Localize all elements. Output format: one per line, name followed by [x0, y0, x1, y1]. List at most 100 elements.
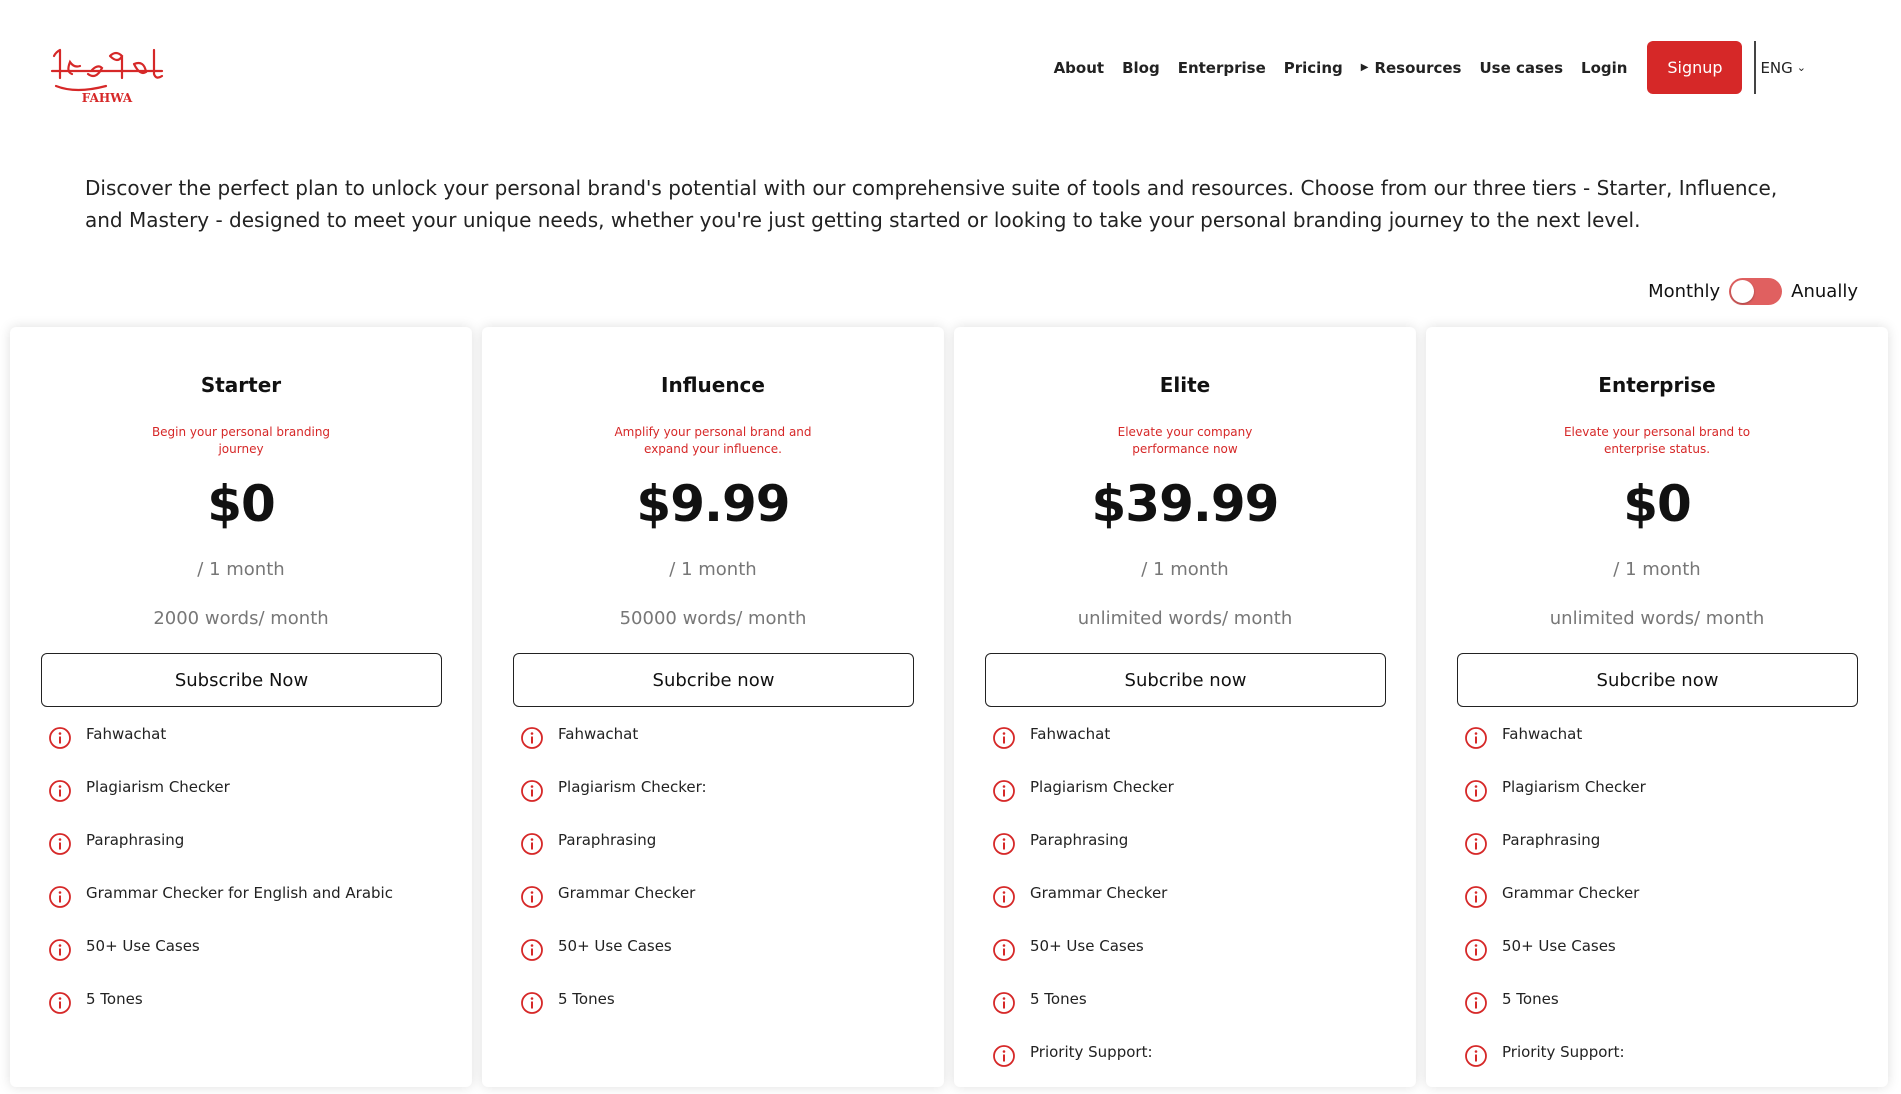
- info-circle-icon[interactable]: [520, 938, 544, 962]
- info-circle-icon[interactable]: [520, 726, 544, 750]
- feature-item: 5 Tones: [1464, 988, 1868, 1041]
- feature-label: 50+ Use Cases: [1030, 937, 1144, 955]
- info-circle-icon[interactable]: [48, 885, 72, 909]
- info-circle-icon[interactable]: [992, 832, 1016, 856]
- info-circle-icon[interactable]: [520, 885, 544, 909]
- plan-price: $9.99: [636, 475, 790, 533]
- feature-item: Fahwachat: [992, 723, 1396, 776]
- feature-label: Fahwachat: [86, 725, 167, 743]
- nav-pricing[interactable]: Pricing: [1284, 59, 1343, 77]
- plan-price: $39.99: [1091, 475, 1280, 533]
- feature-list: Fahwachat Plagiarism Checker Paraphrasing G…: [48, 723, 452, 1041]
- feature-label: 50+ Use Cases: [86, 937, 200, 955]
- info-circle-icon[interactable]: [48, 991, 72, 1015]
- plan-price: $0: [207, 475, 276, 533]
- plan-name: Influence: [661, 373, 765, 397]
- feature-label: 5 Tones: [1030, 990, 1087, 1008]
- triangle-right-icon: ▶: [1360, 62, 1369, 73]
- feature-label: Priority Support:: [1030, 1043, 1153, 1061]
- plan-card-influence: Influence Amplify your personal brand an…: [482, 327, 944, 1087]
- nav-enterprise[interactable]: Enterprise: [1178, 59, 1266, 77]
- plan-word-limit: unlimited words/ month: [1549, 608, 1765, 629]
- feature-item: Paraphrasing: [48, 829, 452, 882]
- feature-label: 50+ Use Cases: [558, 937, 672, 955]
- nav-login[interactable]: Login: [1581, 59, 1627, 77]
- feature-label: Plagiarism Checker: [1030, 778, 1174, 796]
- info-circle-icon[interactable]: [1464, 779, 1488, 803]
- info-circle-icon[interactable]: [992, 726, 1016, 750]
- info-circle-icon[interactable]: [48, 832, 72, 856]
- top-nav: About Blog Enterprise Pricing ▶ Resource…: [1054, 41, 1806, 94]
- nav-blog[interactable]: Blog: [1122, 59, 1160, 77]
- monthly-label[interactable]: Monthly: [1648, 281, 1720, 302]
- feature-item: Fahwachat: [1464, 723, 1868, 776]
- plan-period: / 1 month: [669, 559, 757, 580]
- info-circle-icon[interactable]: [1464, 832, 1488, 856]
- nav-about[interactable]: About: [1054, 59, 1105, 77]
- brand-logo[interactable]: FAHWA: [48, 44, 166, 106]
- feature-label: Priority Support:: [1502, 1043, 1625, 1061]
- plan-subtitle: Elevate your company performance now: [1117, 425, 1253, 456]
- fahwa-logo-graphic: FAHWA: [50, 48, 164, 105]
- feature-label: Paraphrasing: [86, 831, 185, 849]
- nav-resources-label: Resources: [1374, 58, 1462, 77]
- feature-item: Fahwachat: [520, 723, 924, 776]
- feature-item: 50+ Use Cases: [48, 935, 452, 988]
- info-circle-icon[interactable]: [1464, 885, 1488, 909]
- feature-label: Fahwachat: [1030, 725, 1111, 743]
- info-circle-icon[interactable]: [992, 1044, 1016, 1068]
- feature-label: Plagiarism Checker: [1502, 778, 1646, 796]
- feature-item: Priority Support:: [992, 1041, 1396, 1094]
- info-circle-icon[interactable]: [1464, 938, 1488, 962]
- feature-label: 5 Tones: [558, 990, 615, 1008]
- annual-label[interactable]: Anually: [1791, 281, 1858, 302]
- info-circle-icon[interactable]: [48, 779, 72, 803]
- subscribe-button[interactable]: Subcribe now: [513, 653, 914, 707]
- billing-switch[interactable]: [1729, 278, 1783, 305]
- info-circle-icon[interactable]: [1464, 1044, 1488, 1068]
- info-circle-icon[interactable]: [992, 938, 1016, 962]
- subscribe-button[interactable]: Subcribe now: [1457, 653, 1858, 707]
- nav-resources[interactable]: ▶ Resources: [1361, 59, 1462, 77]
- feature-label: Paraphrasing: [1502, 831, 1601, 849]
- feature-item: Priority Support:: [1464, 1041, 1868, 1094]
- feature-item: 5 Tones: [992, 988, 1396, 1041]
- subscribe-button[interactable]: Subcribe now: [985, 653, 1386, 707]
- feature-item: 50+ Use Cases: [992, 935, 1396, 988]
- feature-label: Grammar Checker: [1030, 884, 1168, 902]
- feature-label: Paraphrasing: [1030, 831, 1129, 849]
- feature-item: Fahwachat: [48, 723, 452, 776]
- feature-label: 50+ Use Cases: [1502, 937, 1616, 955]
- feature-label: 5 Tones: [86, 990, 143, 1008]
- info-circle-icon[interactable]: [992, 991, 1016, 1015]
- plan-period: / 1 month: [1141, 559, 1229, 580]
- feature-label: Paraphrasing: [558, 831, 657, 849]
- plan-price: $0: [1623, 475, 1692, 533]
- info-circle-icon[interactable]: [48, 726, 72, 750]
- nav-use-cases[interactable]: Use cases: [1479, 59, 1563, 77]
- info-circle-icon[interactable]: [1464, 726, 1488, 750]
- plan-period: / 1 month: [197, 559, 285, 580]
- signup-button[interactable]: Signup: [1647, 41, 1743, 94]
- feature-label: Plagiarism Checker:: [558, 778, 707, 796]
- feature-item: 5 Tones: [48, 988, 452, 1041]
- feature-item: Grammar Checker: [1464, 882, 1868, 935]
- logo-wordmark: FAHWA: [82, 91, 133, 105]
- feature-item: 5 Tones: [520, 988, 924, 1041]
- info-circle-icon[interactable]: [520, 991, 544, 1015]
- feature-list: Fahwachat Plagiarism Checker: Paraphrasing…: [520, 723, 924, 1041]
- info-circle-icon[interactable]: [1464, 991, 1488, 1015]
- feature-label: 5 Tones: [1502, 990, 1559, 1008]
- info-circle-icon[interactable]: [992, 885, 1016, 909]
- language-selector[interactable]: ENG ⌄: [1754, 41, 1806, 94]
- subscribe-button[interactable]: Subscribe Now: [41, 653, 442, 707]
- info-circle-icon[interactable]: [520, 779, 544, 803]
- info-circle-icon[interactable]: [48, 938, 72, 962]
- plan-subtitle: Elevate your personal brand to enterpris…: [1563, 425, 1751, 456]
- info-circle-icon[interactable]: [992, 779, 1016, 803]
- info-circle-icon[interactable]: [520, 832, 544, 856]
- plan-subtitle: Amplify your personal brand and expand y…: [614, 425, 812, 456]
- feature-item: Grammar Checker: [520, 882, 924, 935]
- plan-word-limit: 2000 words/ month: [153, 608, 329, 629]
- feature-item: Plagiarism Checker: [1464, 776, 1868, 829]
